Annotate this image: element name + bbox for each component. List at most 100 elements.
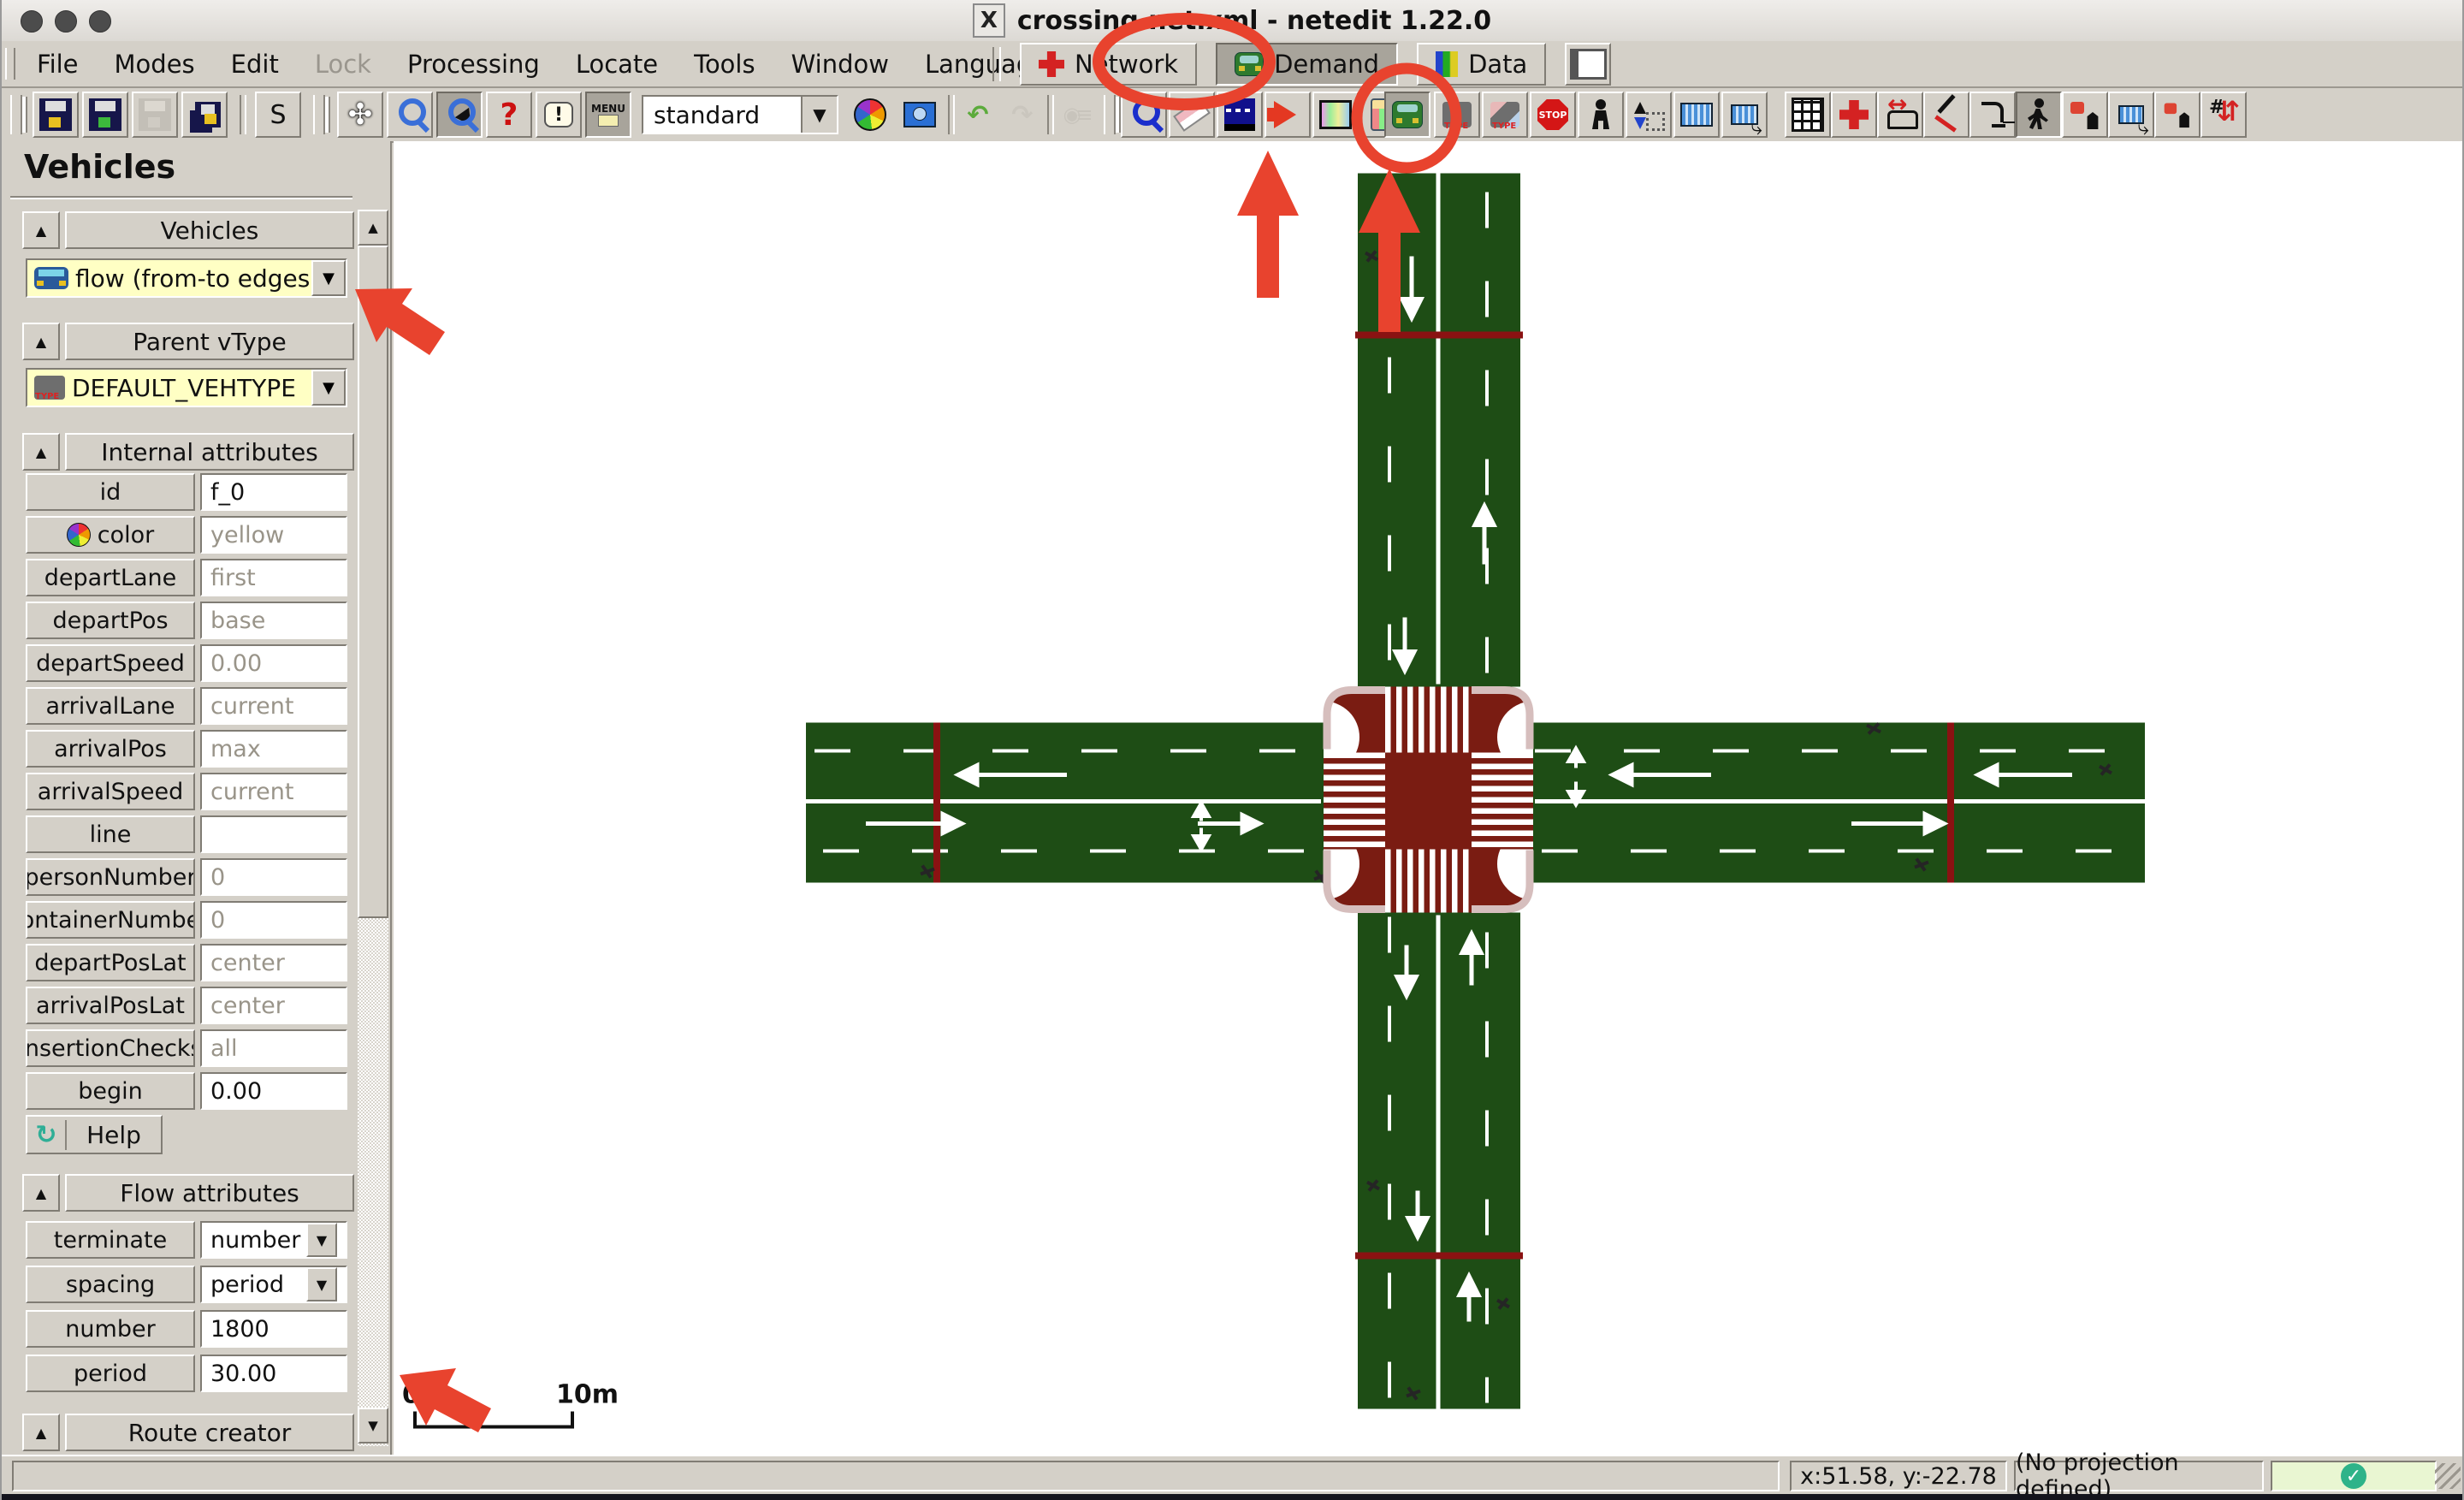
color-input[interactable]: yellow — [200, 516, 347, 554]
arrivallane-input[interactable]: current — [200, 687, 347, 725]
line-input[interactable] — [200, 815, 347, 853]
undolist-button[interactable]: ◉≡ — [1052, 92, 1099, 138]
period-input[interactable]: 30.00 — [200, 1355, 347, 1392]
parent-vtype-combobox[interactable]: DEFAULT_VEHTYPE ▼ — [26, 368, 347, 407]
type-distribution-button[interactable] — [1482, 92, 1528, 138]
zoom-extent-button[interactable] — [387, 92, 433, 138]
screenshot-button[interactable] — [897, 92, 943, 138]
network-canvas[interactable]: 0 10m — [394, 141, 2464, 1455]
departposlat-input[interactable]: center — [200, 944, 347, 981]
color-button[interactable]: color — [26, 516, 195, 554]
message-window-button[interactable]: ! — [536, 92, 582, 138]
collapse-flow-button[interactable]: ▲ — [22, 1174, 60, 1212]
menu-window[interactable]: Window — [773, 44, 907, 84]
scrollbar-thumb[interactable] — [358, 246, 388, 918]
view-preset-combobox[interactable]: standard ▼ — [642, 95, 838, 134]
menu-modes[interactable]: Modes — [97, 44, 213, 84]
collapse-vtype-button[interactable]: ▲ — [22, 323, 60, 360]
menu-edit[interactable]: Edit — [213, 44, 297, 84]
personnumber-input[interactable]: 0 — [200, 858, 347, 896]
menu-file[interactable]: File — [19, 44, 97, 84]
toggle-container-route-button[interactable] — [2108, 92, 2154, 138]
menubar-grip[interactable] — [5, 48, 15, 80]
route-creator-label[interactable]: Route creator — [65, 1414, 354, 1451]
menu-toggle-button[interactable]: MENU — [585, 92, 631, 138]
number-input[interactable]: 1800 — [200, 1310, 347, 1348]
insertionchecks-input[interactable]: all — [200, 1029, 347, 1067]
departpos-input[interactable]: base — [200, 602, 347, 639]
container-mode-button[interactable] — [1673, 92, 1720, 138]
menu-tools[interactable]: Tools — [676, 44, 773, 84]
toggle-grid-button[interactable] — [1785, 92, 1831, 138]
save-disabled-button[interactable] — [132, 92, 178, 138]
parent-vtype-label[interactable]: Parent vType — [65, 323, 354, 360]
vehicle-mode-button[interactable] — [1384, 92, 1430, 138]
type-mode-button[interactable] — [1434, 92, 1480, 138]
collapse-vehicles-button[interactable]: ▲ — [22, 211, 60, 249]
zoom-region-button[interactable] — [436, 92, 483, 138]
move-view-button[interactable]: ✣ — [337, 92, 383, 138]
route-mode-button[interactable] — [1312, 92, 1359, 138]
departlane-input[interactable]: first — [200, 559, 347, 596]
vtype-combo-arrow-icon[interactable]: ▼ — [311, 370, 346, 406]
toggle-show-routes-button[interactable] — [1969, 92, 2016, 138]
toolbar-grip-3[interactable] — [1104, 95, 1116, 134]
person-mode-button[interactable] — [1578, 92, 1624, 138]
arrivalpos-input[interactable]: max — [200, 730, 347, 768]
save-network-button[interactable] — [33, 92, 79, 138]
collapse-route-creator-button[interactable]: ▲ — [22, 1414, 60, 1451]
menu-lock[interactable]: Lock — [297, 44, 389, 84]
resize-grip[interactable] — [2435, 1463, 2461, 1489]
person-plan-mode-button[interactable] — [1626, 92, 1672, 138]
internal-attributes-label[interactable]: Internal attributes — [65, 433, 354, 471]
container-plan-mode-button[interactable] — [1721, 92, 1768, 138]
redo-button[interactable]: ↷ — [999, 92, 1045, 138]
data-supermode-button[interactable]: Data — [1417, 43, 1546, 86]
vehicle-type-combobox[interactable]: flow (from-to edges) ▼ — [26, 258, 347, 298]
begin-input[interactable]: 0.00 — [200, 1072, 347, 1110]
terminate-dropdown-icon[interactable]: ▼ — [306, 1223, 337, 1257]
vehicle-combo-arrow-icon[interactable]: ▼ — [311, 260, 346, 296]
toggle-flow-number-button[interactable] — [2200, 92, 2247, 138]
save-all-button[interactable] — [181, 92, 228, 138]
delete-mode-button[interactable] — [1169, 92, 1215, 138]
simulation-button[interactable]: S — [255, 92, 301, 138]
combo-arrow-icon[interactable]: ▼ — [801, 97, 837, 133]
scroll-down-button[interactable]: ▼ — [358, 1408, 388, 1444]
inspect-mode-button[interactable] — [1121, 92, 1167, 138]
toggle-draw-shapes-button[interactable] — [1923, 92, 1969, 138]
toggle-frame-button[interactable] — [1565, 43, 1611, 86]
vehicles-group-label[interactable]: Vehicles — [65, 211, 354, 249]
save-sumo-config-button[interactable] — [82, 92, 128, 138]
menu-processing[interactable]: Processing — [389, 44, 558, 84]
terminate-select[interactable]: number▼ — [200, 1221, 347, 1259]
toggle-lock-container-button[interactable] — [2154, 92, 2200, 138]
menu-locate[interactable]: Locate — [558, 44, 676, 84]
id-input[interactable]: f_0 — [200, 473, 347, 511]
demand-supermode-button[interactable]: Demand — [1216, 43, 1398, 86]
network-supermode-button[interactable]: Network — [1020, 43, 1197, 86]
context-help-button[interactable]: ? — [486, 92, 532, 138]
stop-mode-button[interactable]: STOP — [1530, 92, 1576, 138]
collapse-internal-button[interactable]: ▲ — [22, 433, 60, 471]
toggle-show-pedestrians-button[interactable] — [2016, 92, 2062, 138]
flow-attributes-label[interactable]: Flow attributes — [65, 1174, 354, 1212]
toggle-junction-shape-button[interactable] — [1831, 92, 1877, 138]
departspeed-input[interactable]: 0.00 — [200, 644, 347, 682]
network-view[interactable]: 0 10m — [394, 141, 2464, 1455]
toggle-lock-person-button[interactable] — [2062, 92, 2108, 138]
spacing-dropdown-icon[interactable]: ▼ — [306, 1267, 337, 1301]
undo-button[interactable]: ↶ — [955, 92, 1001, 138]
select-mode-button[interactable] — [1217, 92, 1263, 138]
move-mode-button[interactable] — [1265, 92, 1311, 138]
sidebar-scrollbar[interactable]: ▲ ▼ — [358, 210, 388, 1446]
help-button[interactable]: ↻ Help — [26, 1115, 163, 1154]
junction-center[interactable] — [1385, 753, 1472, 850]
containernumber-input[interactable]: 0 — [200, 901, 347, 939]
junction[interactable] — [1288, 687, 1569, 913]
arrivalspeed-input[interactable]: current — [200, 773, 347, 810]
toggle-draw-vehicle-size-button[interactable] — [1877, 92, 1923, 138]
arrivalposlat-input[interactable]: center — [200, 987, 347, 1024]
spacing-select[interactable]: period▼ — [200, 1266, 347, 1303]
scroll-up-button[interactable]: ▲ — [358, 210, 388, 246]
